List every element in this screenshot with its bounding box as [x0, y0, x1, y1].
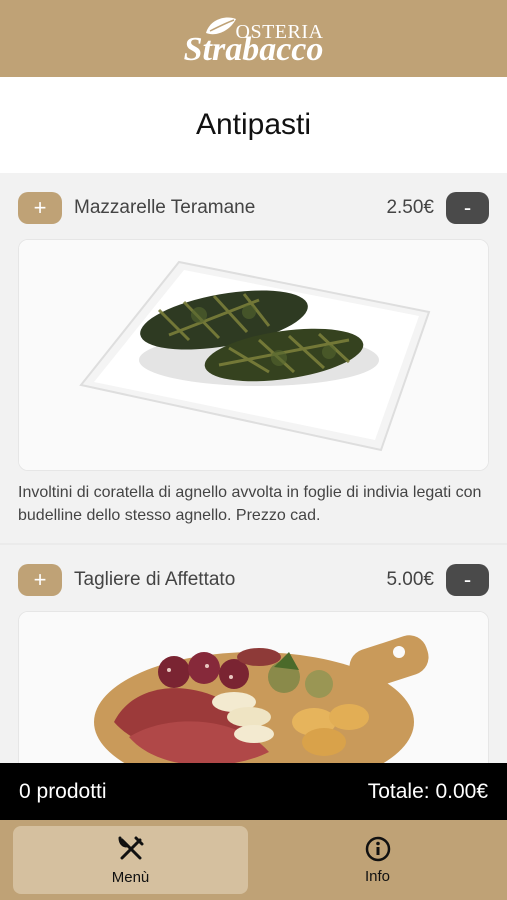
product-image — [18, 239, 489, 471]
list-item: + Mazzarelle Teramane 2.50€ - Involtini … — [0, 173, 507, 545]
cart-count: 0 prodotti — [19, 779, 107, 803]
item-price: 5.00€ — [386, 569, 434, 590]
remove-from-cart-button[interactable]: - — [446, 564, 489, 596]
add-to-cart-button[interactable]: + — [18, 564, 62, 596]
info-icon — [365, 836, 390, 861]
item-name: Mazzarelle Teramane — [74, 197, 256, 218]
fork-knife-icon — [118, 836, 143, 859]
add-to-cart-button[interactable]: + — [18, 192, 62, 224]
nav-info-label: Info — [364, 867, 391, 885]
logo: OSTERIA Strabacco — [174, 7, 334, 71]
cart-summary-bar[interactable]: 0 prodotti Totale: 0.00€ — [0, 763, 507, 820]
item-description: Involtini di coratella di agnello avvolt… — [18, 484, 482, 524]
product-image — [18, 611, 489, 763]
section-title-bar: Antipasti — [0, 77, 507, 173]
nav-menu-label: Menù — [111, 868, 150, 886]
item-header-row: + Mazzarelle Teramane 2.50€ - — [18, 191, 489, 225]
cart-total: Totale: 0.00€ — [367, 779, 488, 803]
page-title: Antipasti — [195, 108, 312, 141]
bottom-navigation: Menù Info — [0, 820, 507, 900]
list-item: + Tagliere di Affettato 5.00€ - — [0, 545, 507, 763]
item-name: Tagliere di Affettato — [74, 569, 236, 590]
app-header: OSTERIA Strabacco — [0, 0, 507, 77]
mazzarelle-photo — [19, 240, 488, 470]
item-header-row: + Tagliere di Affettato 5.00€ - — [18, 563, 489, 597]
remove-from-cart-button[interactable]: - — [446, 192, 489, 224]
logo-strabacco-text: Strabacco — [183, 30, 324, 68]
nav-menu-tab[interactable]: Menù — [13, 826, 248, 894]
nav-info-tab[interactable]: Info — [260, 826, 495, 894]
item-price: 2.50€ — [386, 197, 434, 218]
product-list[interactable]: + Mazzarelle Teramane 2.50€ - Involtini … — [0, 173, 507, 763]
tagliere-photo — [19, 612, 488, 763]
